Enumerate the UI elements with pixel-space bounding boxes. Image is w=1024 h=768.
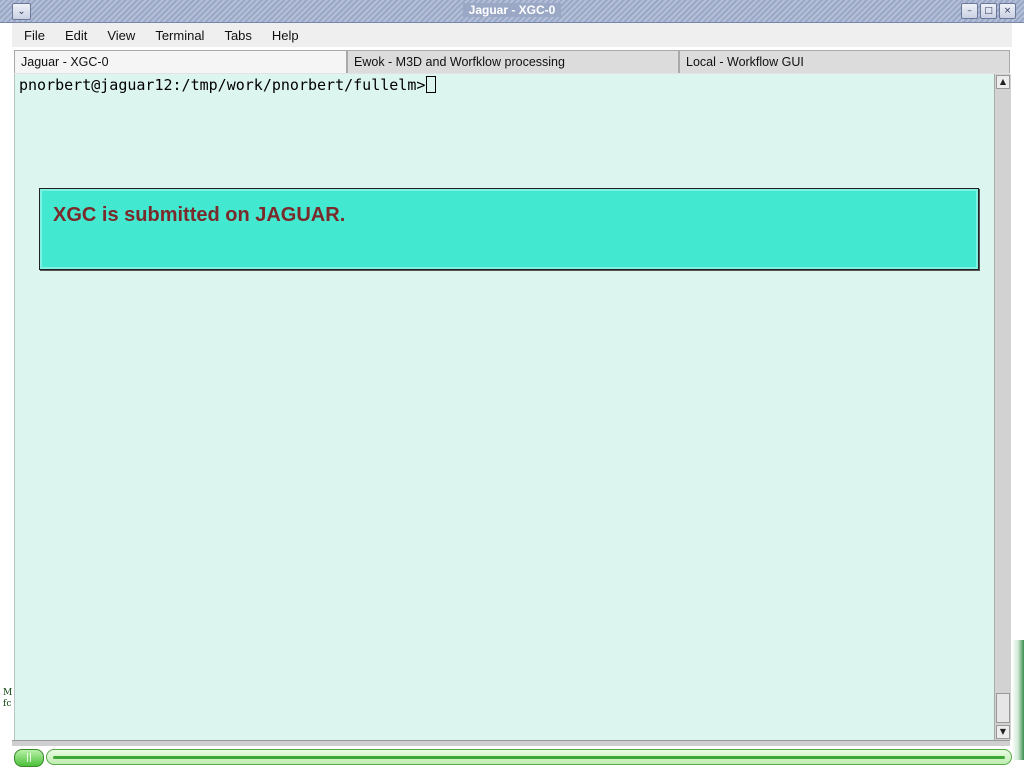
menu-help[interactable]: Help — [260, 28, 307, 43]
terminal-tabs: Jaguar - XGC-0 Ewok - M3D and Worfklow p… — [14, 50, 1010, 74]
close-button[interactable]: × — [999, 3, 1016, 19]
minimize-icon: – — [967, 6, 972, 16]
taskbar: || — [0, 746, 1024, 768]
status-message-text: XGC is submitted on JAGUAR. — [53, 204, 346, 226]
arrow-up-icon: ▲ — [999, 77, 1007, 86]
maximize-button[interactable]: □ — [980, 3, 997, 19]
arrow-down-icon: ▼ — [999, 727, 1007, 736]
menu-view[interactable]: View — [95, 28, 143, 43]
scroll-down-button[interactable]: ▼ — [996, 725, 1010, 739]
task-progress-bar — [46, 749, 1012, 765]
window-title: Jaguar - XGC-0 — [0, 3, 1024, 17]
window-titlebar[interactable]: ⌄ Jaguar - XGC-0 – □ × — [0, 0, 1024, 23]
terminal-output[interactable]: pnorbert@jaguar12:/tmp/work/pnorbert/ful… — [14, 74, 995, 740]
background-text-fragment: M fc — [3, 688, 13, 709]
progress-fill — [53, 756, 1005, 759]
menu-bar: File Edit View Terminal Tabs Help — [12, 23, 1012, 47]
maximize-icon: □ — [984, 6, 993, 16]
tab-local-workflow[interactable]: Local - Workflow GUI — [679, 50, 1010, 73]
close-icon: × — [1003, 6, 1012, 16]
tab-jaguar-xgc[interactable]: Jaguar - XGC-0 — [14, 50, 347, 73]
background-edge — [1012, 640, 1024, 760]
status-message-banner: XGC is submitted on JAGUAR. — [39, 188, 979, 270]
pause-icon: || — [25, 753, 33, 763]
menu-tabs[interactable]: Tabs — [212, 28, 259, 43]
menu-terminal[interactable]: Terminal — [143, 28, 212, 43]
tab-label: Jaguar - XGC-0 — [21, 55, 109, 69]
tab-label: Local - Workflow GUI — [686, 55, 804, 69]
tab-label: Ewok - M3D and Worfklow processing — [354, 55, 565, 69]
window-controls: – □ × — [961, 3, 1016, 19]
tab-ewok-m3d[interactable]: Ewok - M3D and Worfklow processing — [347, 50, 679, 73]
menu-file[interactable]: File — [12, 28, 53, 43]
text-cursor — [426, 76, 437, 93]
shell-prompt: pnorbert@jaguar12:/tmp/work/pnorbert/ful… — [19, 76, 437, 94]
task-indicator-button[interactable]: || — [14, 749, 44, 767]
menu-edit[interactable]: Edit — [53, 28, 95, 43]
scroll-thumb[interactable] — [996, 693, 1010, 723]
scroll-up-button[interactable]: ▲ — [996, 75, 1010, 89]
minimize-button[interactable]: – — [961, 3, 978, 19]
vertical-scrollbar[interactable]: ▲ ▼ — [994, 74, 1011, 740]
